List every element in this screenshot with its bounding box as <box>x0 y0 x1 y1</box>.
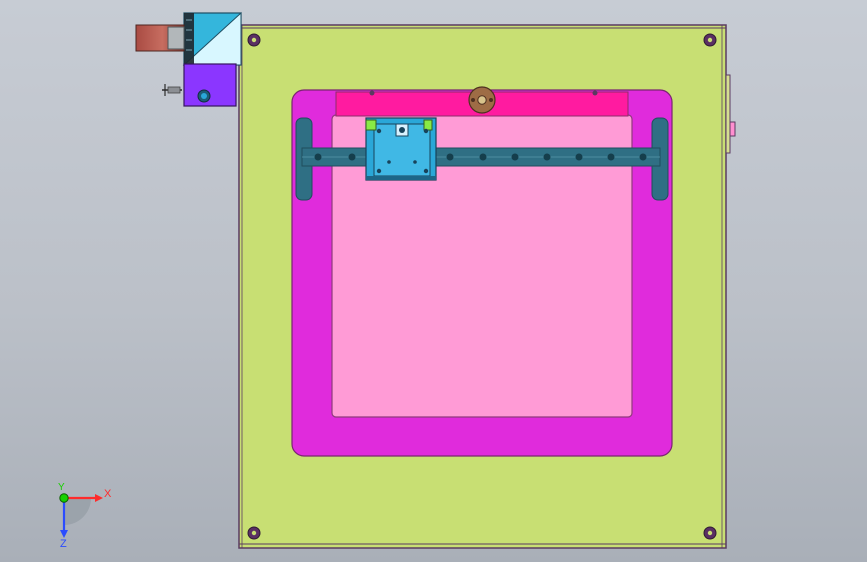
corner-screw <box>703 33 717 47</box>
triad-z-label: Z <box>60 538 67 550</box>
triad-y-label: Y <box>58 482 65 493</box>
cad-canvas[interactable]: X Y Z <box>0 0 867 562</box>
right-side-rail <box>725 74 731 154</box>
carriage <box>365 117 437 181</box>
top-bar-pin <box>592 90 598 96</box>
corner-screw <box>247 33 261 47</box>
side-connector <box>729 121 736 137</box>
corner-screw <box>247 526 261 540</box>
top-bar-pin <box>369 90 375 96</box>
triad-x-label: X <box>104 488 112 500</box>
top-bar-hub <box>468 86 496 114</box>
corner-screw <box>703 526 717 540</box>
cad-viewport[interactable]: X Y Z <box>0 0 867 562</box>
triad-y-axis-dot <box>59 493 69 503</box>
